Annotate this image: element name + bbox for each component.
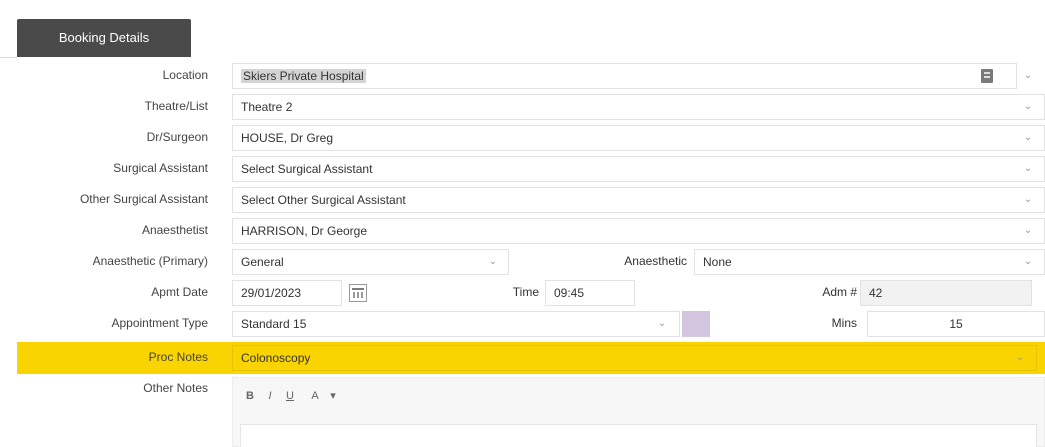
chevron-down-icon[interactable]: ⌄ bbox=[1020, 99, 1036, 115]
appointment-color-swatch[interactable] bbox=[682, 311, 710, 337]
italic-button[interactable]: I bbox=[263, 386, 277, 406]
surgeon-select[interactable]: HOUSE, Dr Greg bbox=[232, 125, 1045, 151]
chevron-down-icon[interactable]: ⌄ bbox=[654, 316, 670, 332]
appt-date-label: Apmt Date bbox=[151, 285, 208, 299]
mins-label: Mins bbox=[831, 316, 857, 330]
mins-input[interactable]: 15 bbox=[867, 311, 1045, 337]
location-label: Location bbox=[162, 68, 208, 82]
proc-notes-label: Proc Notes bbox=[148, 350, 208, 364]
location-value: Skiers Private Hospital bbox=[241, 69, 366, 83]
chevron-down-icon[interactable]: ⌄ bbox=[485, 254, 501, 270]
calendar-icon[interactable] bbox=[349, 284, 367, 302]
anaesthetic-secondary-label: Anaesthetic bbox=[624, 254, 687, 268]
bold-button[interactable]: B bbox=[243, 386, 257, 406]
time-input[interactable]: 09:45 bbox=[545, 280, 635, 306]
anaesthetist-select[interactable]: HARRISON, Dr George bbox=[232, 218, 1045, 244]
location-select[interactable]: Skiers Private Hospital bbox=[232, 63, 1017, 89]
tab-bar: Booking Details bbox=[0, 0, 1045, 58]
appointment-type-select[interactable]: Standard 15 bbox=[232, 311, 680, 337]
chevron-down-icon[interactable]: ⌄ bbox=[1020, 192, 1036, 208]
surgical-assistant-label: Surgical Assistant bbox=[113, 161, 208, 175]
chevron-down-icon[interactable]: ⌄ bbox=[1020, 254, 1036, 270]
other-assistant-label: Other Surgical Assistant bbox=[79, 192, 208, 206]
theatre-label: Theatre/List bbox=[144, 99, 208, 113]
font-color-button[interactable]: A bbox=[308, 386, 322, 406]
anaesthetic-primary-select[interactable]: General bbox=[232, 249, 509, 275]
adm-input: 42 bbox=[860, 280, 1032, 306]
other-notes-textarea[interactable] bbox=[240, 424, 1037, 447]
appointment-type-label: Appointment Type bbox=[111, 316, 208, 330]
chevron-down-icon[interactable]: ⌄ bbox=[1012, 350, 1028, 366]
adm-label: Adm # bbox=[822, 285, 857, 299]
proc-notes-select[interactable]: Colonoscopy bbox=[232, 345, 1037, 371]
anaesthetic-primary-label: Anaesthetic (Primary) bbox=[92, 254, 208, 268]
toolbar-more-button[interactable]: ▾ bbox=[326, 386, 340, 406]
chevron-down-icon[interactable]: ⌄ bbox=[1020, 68, 1036, 84]
booking-details-panel: Location Skiers Private Hospital ⌄ Theat… bbox=[17, 57, 1045, 447]
underline-button[interactable]: U bbox=[283, 386, 297, 406]
surgical-assistant-select[interactable]: Select Surgical Assistant bbox=[232, 156, 1045, 182]
other-assistant-select[interactable]: Select Other Surgical Assistant bbox=[232, 187, 1045, 213]
theatre-select[interactable]: Theatre 2 bbox=[232, 94, 1045, 120]
chevron-down-icon[interactable]: ⌄ bbox=[1020, 130, 1036, 146]
chevron-down-icon[interactable]: ⌄ bbox=[1020, 161, 1036, 177]
tab-booking-details[interactable]: Booking Details bbox=[17, 19, 191, 57]
appt-date-input[interactable]: 29/01/2023 bbox=[232, 280, 342, 306]
surgeon-label: Dr/Surgeon bbox=[146, 130, 208, 144]
anaesthetist-label: Anaesthetist bbox=[141, 223, 208, 237]
time-label: Time bbox=[512, 285, 539, 299]
anaesthetic-secondary-select[interactable]: None bbox=[694, 249, 1045, 275]
chevron-down-icon[interactable]: ⌄ bbox=[1020, 223, 1036, 239]
other-notes-label: Other Notes bbox=[143, 381, 208, 395]
bookmark-icon[interactable] bbox=[981, 69, 993, 83]
